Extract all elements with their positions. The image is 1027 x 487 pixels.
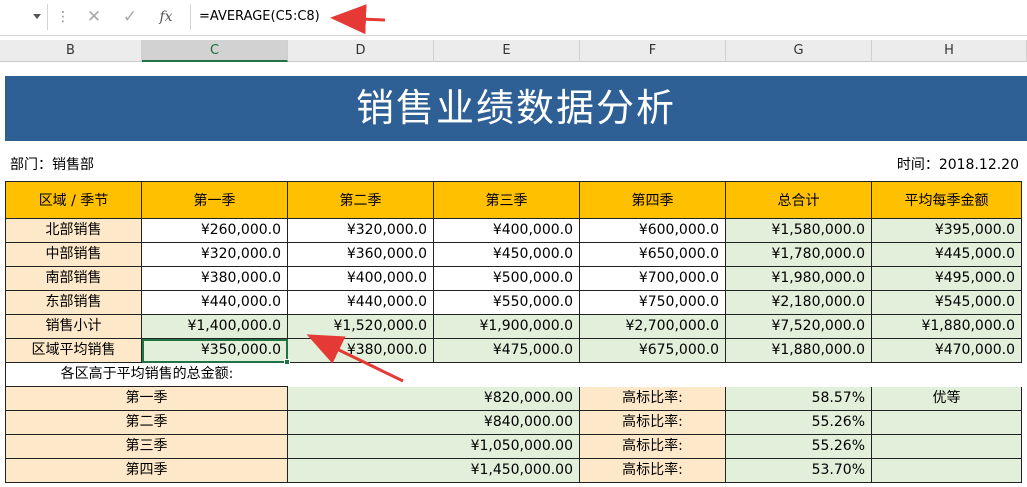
table-cell[interactable]: ¥600,000.0 xyxy=(580,219,726,243)
table-cell[interactable]: ¥450,000.0 xyxy=(434,243,580,267)
summary-amount[interactable]: ¥840,000.00 xyxy=(288,411,580,435)
column-header-b[interactable]: B xyxy=(0,40,142,62)
summary-ratio[interactable]: 58.57% xyxy=(726,387,872,411)
table-cell[interactable]: ¥1,400,000.0 xyxy=(142,315,288,339)
insert-function-icon[interactable]: fx xyxy=(152,5,180,29)
department-label[interactable]: 部门：销售部 xyxy=(10,154,94,174)
table-cell[interactable]: ¥1,580,000.0 xyxy=(726,219,872,243)
table-cell[interactable]: ¥440,000.0 xyxy=(288,291,434,315)
summary-ratio-label[interactable]: 高标比率: xyxy=(580,459,726,483)
table-cell[interactable]: ¥500,000.0 xyxy=(434,267,580,291)
table-cell[interactable]: ¥470,000.0 xyxy=(872,339,1022,363)
table-cell[interactable]: ¥2,700,000.0 xyxy=(580,315,726,339)
table-cell[interactable]: ¥495,000.0 xyxy=(872,267,1022,291)
chevron-down-icon[interactable] xyxy=(33,14,41,19)
table-cell[interactable]: ¥395,000.0 xyxy=(872,219,1022,243)
summary-ratio[interactable]: 55.26% xyxy=(726,411,872,435)
table-cell[interactable]: ¥545,000.0 xyxy=(872,291,1022,315)
summary-season[interactable]: 第二季 xyxy=(5,411,288,435)
enter-check-icon[interactable]: ✓ xyxy=(116,5,144,29)
more-options-icon: ⋮ xyxy=(56,9,70,25)
column-header-g[interactable]: G xyxy=(726,40,872,62)
table-cell[interactable]: ¥260,000.0 xyxy=(142,219,288,243)
table-cell[interactable]: ¥350,000.0 xyxy=(142,339,288,363)
table-header-cell[interactable]: 第二季 xyxy=(288,181,434,219)
formula-input[interactable]: =AVERAGE(C5:C8) xyxy=(190,4,1027,30)
row-label[interactable]: 北部销售 xyxy=(5,219,142,243)
table-header-cell[interactable]: 第四季 xyxy=(580,181,726,219)
table-cell[interactable]: ¥440,000.0 xyxy=(142,291,288,315)
table-cell[interactable]: ¥320,000.0 xyxy=(288,219,434,243)
row-label[interactable]: 中部销售 xyxy=(5,243,142,267)
table-cell[interactable]: ¥400,000.0 xyxy=(434,219,580,243)
table-cell[interactable]: ¥2,180,000.0 xyxy=(726,291,872,315)
summary-amount[interactable]: ¥1,050,000.00 xyxy=(288,435,580,459)
table-header-cell[interactable]: 第三季 xyxy=(434,181,580,219)
table-cell[interactable]: ¥1,780,000.0 xyxy=(726,243,872,267)
summary-ratio-label[interactable]: 高标比率: xyxy=(580,411,726,435)
row-label[interactable]: 销售小计 xyxy=(5,315,142,339)
table-cell[interactable]: ¥1,980,000.0 xyxy=(726,267,872,291)
summary-ratio[interactable]: 55.26% xyxy=(726,435,872,459)
table-cell[interactable]: ¥1,880,000.0 xyxy=(872,315,1022,339)
row-label[interactable]: 南部销售 xyxy=(5,267,142,291)
cancel-icon[interactable]: ✕ xyxy=(80,5,108,29)
table-cell[interactable]: ¥1,520,000.0 xyxy=(288,315,434,339)
summary-grade[interactable] xyxy=(872,411,1022,435)
row-label[interactable]: 区域平均销售 xyxy=(5,339,142,363)
table-cell[interactable]: ¥650,000.0 xyxy=(580,243,726,267)
table-header-cell[interactable]: 区域 / 季节 xyxy=(5,181,142,219)
name-box[interactable] xyxy=(0,4,48,30)
table-cell[interactable]: ¥7,520,000.0 xyxy=(726,315,872,339)
table-cell[interactable]: ¥320,000.0 xyxy=(142,243,288,267)
summary-grade[interactable] xyxy=(872,459,1022,483)
sheet-title[interactable]: 销售业绩数据分析 xyxy=(5,76,1027,141)
time-label[interactable]: 时间：2018.12.20 xyxy=(897,154,1019,174)
summary-ratio-label[interactable]: 高标比率: xyxy=(580,387,726,411)
column-headers: B C D E F G H xyxy=(0,40,1027,62)
table-cell[interactable]: ¥675,000.0 xyxy=(580,339,726,363)
summary-label[interactable]: 各区高于平均销售的总金额: xyxy=(5,363,288,387)
table-cell[interactable]: ¥1,900,000.0 xyxy=(434,315,580,339)
column-header-e[interactable]: E xyxy=(434,40,580,62)
table-cell[interactable]: ¥400,000.0 xyxy=(288,267,434,291)
summary-amount[interactable]: ¥1,450,000.00 xyxy=(288,459,580,483)
summary-amount[interactable]: ¥820,000.00 xyxy=(288,387,580,411)
summary-ratio[interactable]: 53.70% xyxy=(726,459,872,483)
summary-ratio-label[interactable]: 高标比率: xyxy=(580,435,726,459)
table-cell[interactable]: ¥360,000.0 xyxy=(288,243,434,267)
table-cell[interactable]: ¥550,000.0 xyxy=(434,291,580,315)
column-header-d[interactable]: D xyxy=(288,40,434,62)
summary-grade[interactable]: 优等 xyxy=(872,387,1022,411)
table-cell[interactable]: ¥1,880,000.0 xyxy=(726,339,872,363)
table-cell[interactable]: ¥750,000.0 xyxy=(580,291,726,315)
table-header-cell[interactable]: 总合计 xyxy=(726,181,872,219)
table-cell[interactable]: ¥380,000.0 xyxy=(142,267,288,291)
table-cell[interactable]: ¥700,000.0 xyxy=(580,267,726,291)
column-header-h[interactable]: H xyxy=(872,40,1027,62)
column-header-f[interactable]: F xyxy=(580,40,726,62)
table-cell[interactable]: ¥445,000.0 xyxy=(872,243,1022,267)
summary-season[interactable]: 第一季 xyxy=(5,387,288,411)
row-label[interactable]: 东部销售 xyxy=(5,291,142,315)
table-header-cell[interactable]: 第一季 xyxy=(142,181,288,219)
table-cell[interactable]: ¥475,000.0 xyxy=(434,339,580,363)
table-cell[interactable]: ¥380,000.0 xyxy=(288,339,434,363)
summary-grade[interactable] xyxy=(872,435,1022,459)
fill-handle[interactable] xyxy=(284,359,290,365)
column-header-c[interactable]: C xyxy=(142,40,288,62)
table-header-cell[interactable]: 平均每季金额 xyxy=(872,181,1022,219)
summary-season[interactable]: 第四季 xyxy=(5,459,288,483)
formula-bar: ⋮ ✕ ✓ fx =AVERAGE(C5:C8) xyxy=(0,0,1027,36)
summary-season[interactable]: 第三季 xyxy=(5,435,288,459)
